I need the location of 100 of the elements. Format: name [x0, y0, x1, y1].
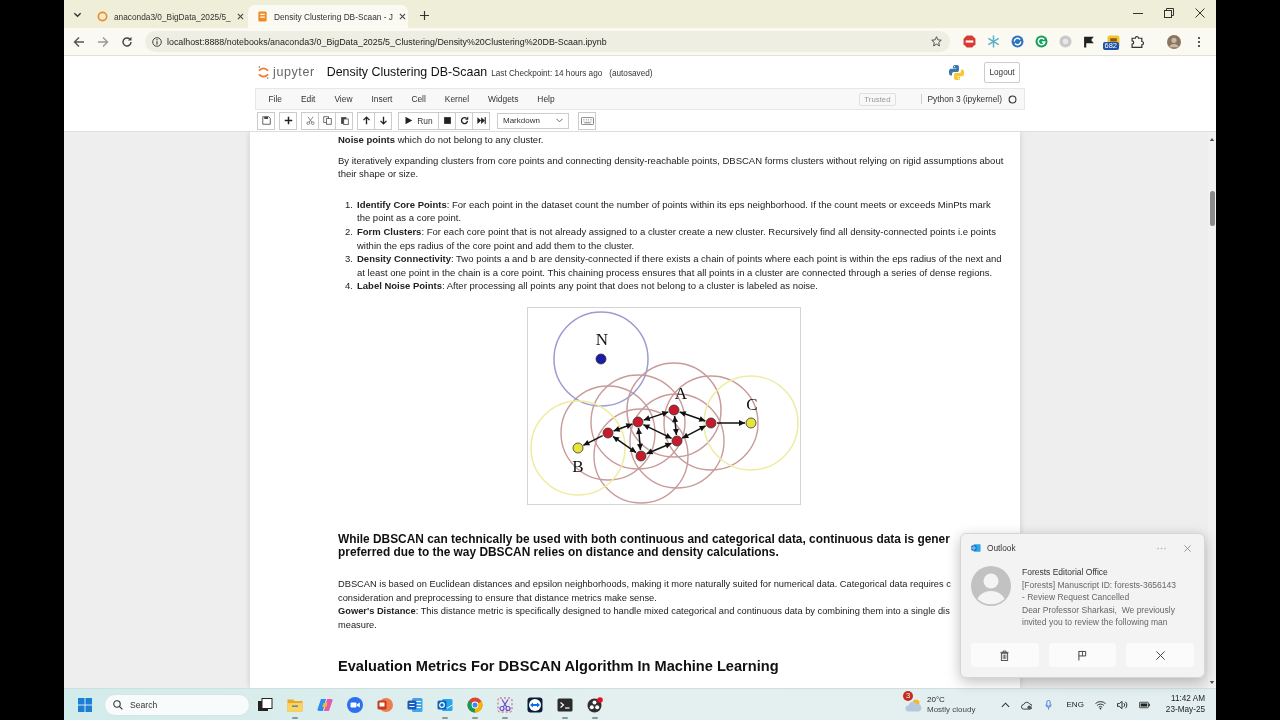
paste-button[interactable]: [335, 111, 353, 130]
clock-date[interactable]: 23-May-25: [1165, 704, 1205, 715]
list-number: 2.: [344, 224, 354, 239]
core-point: [635, 450, 647, 462]
move-up-button[interactable]: [357, 111, 375, 130]
move-down-button[interactable]: [374, 111, 392, 130]
record-icon[interactable]: [587, 696, 603, 713]
menu-item[interactable]: Kernel: [435, 94, 479, 104]
core-point: [602, 427, 614, 439]
close-icon[interactable]: [1195, 8, 1205, 18]
email-subject: [Forests] Manuscript ID: forests-3656143 - Review Request Cancelled: [1022, 578, 1177, 604]
search-icon: [113, 699, 123, 710]
reload-icon[interactable]: [121, 35, 133, 48]
new-tab-icon[interactable]: [420, 11, 429, 20]
battery-icon[interactable]: [1138, 699, 1150, 710]
close-icon[interactable]: [236, 13, 244, 20]
trash-icon: [1000, 649, 1010, 661]
logo-icon[interactable]: [258, 64, 269, 80]
command-palette-button[interactable]: [578, 111, 596, 130]
menu-item[interactable]: Cell: [401, 94, 436, 104]
run-button[interactable]: Run: [398, 111, 439, 130]
terminal-icon[interactable]: [557, 696, 573, 713]
stop-icon: [442, 116, 452, 125]
video-camera-icon[interactable]: [347, 696, 363, 713]
scrollbar-thumb[interactable]: [1209, 191, 1215, 226]
tab-search-icon[interactable]: [73, 10, 82, 19]
start-icon[interactable]: [78, 697, 92, 712]
copy-button[interactable]: [318, 111, 336, 130]
mail-icon[interactable]: [437, 696, 453, 713]
arrow: [716, 419, 746, 426]
arrow: [582, 434, 604, 446]
avatar-icon[interactable]: [1167, 34, 1181, 49]
play-icon: [404, 116, 414, 125]
arrow: [612, 423, 634, 432]
save-button[interactable]: [257, 111, 275, 130]
browser-tab[interactable]: anaconda3/0_BigData_2025/5_: [88, 5, 248, 28]
language-indicator[interactable]: ENG: [1066, 700, 1084, 709]
cloud-icon[interactable]: [1020, 699, 1032, 710]
notebook-title[interactable]: Density Clustering DB-Scaan: [326, 65, 488, 79]
address-bar[interactable]: localhost:8888/notebooks/anaconda3/0_BigData_2025/5_Clustering/Density%20Clustering%20DB-Scaan.ipynb: [145, 31, 950, 52]
menu-item[interactable]: View: [324, 94, 362, 104]
info-icon[interactable]: [152, 36, 162, 47]
fast-forward-icon: [476, 116, 486, 125]
browser-icon[interactable]: [467, 696, 483, 713]
puzzle-icon[interactable]: [1131, 35, 1144, 48]
menu-item[interactable]: Edit: [291, 94, 325, 104]
logout-button[interactable]: Logout: [984, 61, 1020, 83]
point-label: A: [674, 383, 688, 403]
stop-sign-icon[interactable]: [963, 35, 976, 48]
cloud-sun-icon[interactable]: [905, 697, 923, 712]
menu-icon[interactable]: [1197, 35, 1201, 48]
menu-item[interactable]: Help: [527, 94, 565, 104]
temperature-text: 20°C: [927, 694, 946, 705]
down-arrow-icon: [378, 116, 388, 125]
list-number: 4.: [344, 279, 354, 293]
cell-type-dropdown[interactable]: Markdown: [497, 112, 569, 129]
delete-button[interactable]: [971, 643, 1039, 667]
arrow: [645, 442, 673, 455]
wifi-icon[interactable]: [1094, 699, 1106, 710]
star-icon[interactable]: [931, 36, 942, 47]
browser-tab[interactable]: Density Clustering DB-Scaan - J: [248, 5, 408, 28]
slides-icon[interactable]: [377, 696, 393, 713]
arrow: [681, 425, 707, 439]
up-arrow-icon: [361, 116, 371, 125]
list-item-text: Label Noise Points: After processing all points any point that does not belong to a cluster is labeled as noise.: [357, 279, 819, 293]
point-label: N: [595, 329, 609, 349]
scroll-up-icon[interactable]: [1209, 137, 1215, 142]
autosave-status: (autosaved): [609, 68, 653, 78]
weather-condition: Mostly cloudy: [927, 704, 976, 715]
search-field[interactable]: Search: [104, 693, 250, 716]
speaker-icon[interactable]: [1116, 699, 1128, 710]
menu-item[interactable]: Widgets: [478, 94, 528, 104]
document-icon[interactable]: [407, 696, 423, 713]
double-arrow-icon[interactable]: [527, 696, 543, 713]
kernel-name: Python 3 (ipykernel): [920, 94, 1002, 104]
data-point: [572, 442, 584, 454]
heading: While DBSCAN can technically be used with both continuous and categorical data, continuous data is gener preferred due to the way DBSCAN relies on distance and density calculations.: [338, 532, 950, 559]
checkpoint-status: Last Checkpoint: 14 hours ago: [491, 68, 603, 78]
chevron-up-icon[interactable]: [1000, 701, 1010, 708]
fast-forward-button[interactable]: [472, 111, 490, 130]
section-heading: Evaluation Metrics For DBSCAN Algorithm In Machine Learning: [338, 656, 779, 675]
circular-arrows-icon[interactable]: [1011, 35, 1024, 48]
flag-icon[interactable]: [1083, 35, 1096, 48]
stop-button[interactable]: [438, 111, 456, 130]
scissors-icon[interactable]: [497, 696, 513, 713]
ribbon-icon[interactable]: [317, 696, 333, 713]
insert-cell-button[interactable]: [279, 111, 297, 130]
clock-time[interactable]: 11:42 AM: [1171, 694, 1205, 705]
close-icon[interactable]: [398, 13, 406, 20]
logo-text[interactable]: jupyter: [273, 65, 315, 79]
app-name: Outlook: [987, 543, 1016, 553]
arc-circle-icon[interactable]: [1035, 35, 1048, 48]
menu-item[interactable]: Insert: [361, 94, 402, 104]
scroll-down-icon[interactable]: [1209, 680, 1215, 685]
menu-item[interactable]: File: [259, 94, 292, 104]
restore-icon[interactable]: [1164, 8, 1174, 18]
restart-button[interactable]: [455, 111, 473, 130]
back-icon[interactable]: [73, 35, 85, 48]
task-view-icon[interactable]: [257, 696, 273, 713]
point-label: C: [746, 394, 758, 414]
